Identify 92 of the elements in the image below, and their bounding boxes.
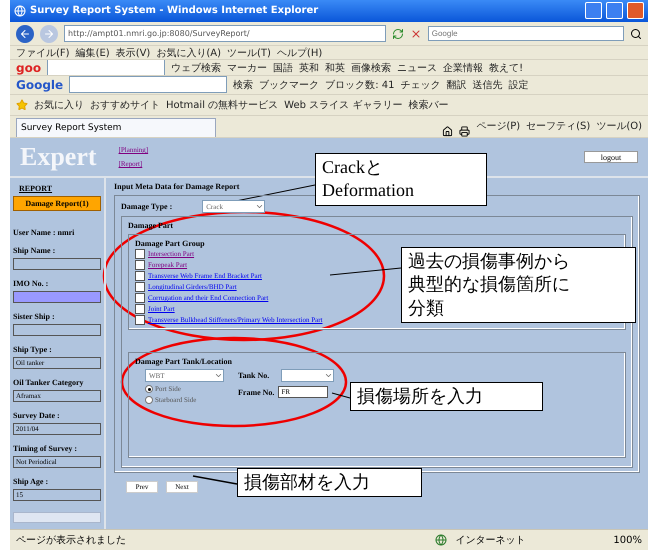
- checkbox[interactable]: [135, 271, 145, 282]
- checkbox[interactable]: [135, 315, 145, 326]
- star-icon[interactable]: [16, 98, 28, 111]
- status-message: ページが表示されました: [16, 534, 127, 548]
- toolbar-button[interactable]: ウェブ検索: [171, 60, 222, 75]
- radio-button[interactable]: [145, 396, 153, 404]
- menu-item[interactable]: 編集(E): [76, 46, 110, 60]
- favorites-item[interactable]: Hotmail の無料サービス: [166, 98, 278, 112]
- command-button[interactable]: ツール(O): [596, 119, 642, 134]
- browser-icon: [14, 4, 26, 17]
- callout-text: 損傷場所を入力: [350, 382, 543, 412]
- user-name: User Name : nmri: [13, 228, 76, 238]
- radio-button[interactable]: [145, 385, 153, 394]
- zoom-level[interactable]: 100%: [613, 534, 642, 546]
- toolbar-button[interactable]: 英和: [299, 60, 320, 75]
- leader-line: [192, 475, 238, 485]
- maximize-button[interactable]: [606, 2, 623, 20]
- callout-text: 損傷部材を入力: [237, 468, 422, 498]
- checkbox[interactable]: [135, 282, 145, 292]
- checkbox[interactable]: [135, 293, 145, 304]
- home-icon[interactable]: [442, 126, 454, 138]
- field-label: Ship Name :: [13, 246, 56, 256]
- menu-item[interactable]: 表示(V): [116, 46, 150, 60]
- toolbar-search-field[interactable]: [69, 76, 228, 94]
- field-label: Sister Ship :: [13, 312, 56, 322]
- field-label: Ship Age :: [13, 477, 50, 486]
- minimize-button[interactable]: [585, 2, 602, 20]
- field-label: Oil Tanker Category: [13, 378, 85, 388]
- site-logo: Expert: [20, 142, 97, 172]
- toolbar-logo[interactable]: goo: [16, 60, 42, 75]
- field-label: Damage Type :: [121, 202, 172, 212]
- report-button[interactable]: Damage Report(1): [13, 196, 101, 212]
- callout-text: 過去の損傷事例から 典型的な損傷箇所に 分類: [401, 247, 636, 324]
- favorites-item[interactable]: おすすめサイト: [90, 98, 160, 112]
- toolbar-button[interactable]: 画像検索: [351, 60, 392, 75]
- browser-tab[interactable]: Survey Report System: [16, 118, 216, 138]
- menu-item[interactable]: お気に入り(A): [156, 46, 221, 60]
- leader-line: [330, 268, 402, 276]
- toolbar-search-field[interactable]: [47, 60, 166, 76]
- stop-icon[interactable]: [410, 28, 422, 40]
- toolbar-button[interactable]: マーカー: [227, 60, 268, 75]
- leader-line: [332, 392, 350, 398]
- command-button[interactable]: ページ(P): [476, 119, 520, 134]
- toolbar-logo[interactable]: Google: [16, 78, 64, 92]
- toolbar-button[interactable]: ブックマーク: [259, 78, 320, 92]
- search-icon[interactable]: [630, 28, 642, 40]
- search-field[interactable]: Google: [428, 26, 624, 42]
- back-arrow-icon[interactable]: [19, 28, 31, 40]
- favorites-item[interactable]: Web スライス ギャラリー: [284, 98, 402, 112]
- menu-item[interactable]: ファイル(F): [16, 46, 70, 60]
- toolbar-button[interactable]: 教えて!: [489, 60, 524, 75]
- callout-text: Crackと Deformation: [315, 153, 487, 206]
- toolbar-button[interactable]: ニュース: [397, 60, 438, 75]
- toolbar-button[interactable]: 検索: [233, 78, 254, 92]
- favorites-item[interactable]: お気に入り: [34, 98, 84, 112]
- form-title: Input Meta Data for Damage Report: [114, 182, 240, 192]
- toolbar-button[interactable]: 送信先: [472, 78, 502, 92]
- field-label: Ship Type :: [13, 345, 53, 354]
- globe-icon: [435, 534, 448, 546]
- logout-button[interactable]: logout: [584, 151, 638, 164]
- window-title: Survey Report System - Windows Internet Explorer: [30, 5, 320, 16]
- group-label: Damage Part Group: [135, 239, 206, 248]
- group-label: Damage Part: [128, 221, 174, 230]
- security-zone: インターネット: [455, 534, 526, 548]
- field-label: IMO No. :: [13, 279, 50, 288]
- toolbar-button[interactable]: 国語: [273, 60, 294, 75]
- section-heading: REPORT: [18, 184, 54, 194]
- address-field[interactable]: http://ampt01.nmri.go.jp:8080/SurveyReport/: [64, 25, 386, 42]
- toolbar-button[interactable]: 翻訳: [446, 78, 466, 92]
- menu-item[interactable]: ヘルプ(H): [276, 46, 322, 60]
- refresh-icon[interactable]: [392, 28, 404, 40]
- toolbar-button[interactable]: 和英: [325, 60, 346, 75]
- field-label: Frame No.: [238, 388, 274, 397]
- tank-number-select[interactable]: [281, 369, 334, 382]
- close-button[interactable]: [627, 2, 644, 20]
- toolbar-button[interactable]: ブロック数: 41: [325, 78, 394, 92]
- field-label: Timing of Survey :: [13, 444, 78, 454]
- checkbox[interactable]: [135, 249, 145, 260]
- checkbox[interactable]: [135, 260, 145, 270]
- group-label: Damage Part Tank/Location: [135, 357, 233, 366]
- field-label: Tank No.: [238, 371, 270, 380]
- command-button[interactable]: セーフティ(S): [526, 119, 590, 134]
- toolbar-button[interactable]: 設定: [508, 78, 528, 92]
- back-button[interactable]: [16, 24, 34, 43]
- scrollbar[interactable]: [13, 512, 101, 524]
- printer-icon[interactable]: [459, 126, 470, 138]
- toolbar-button[interactable]: 企業情報: [443, 60, 484, 75]
- field-label: Survey Date :: [13, 411, 61, 420]
- checkbox[interactable]: [135, 304, 145, 314]
- toolbar-button[interactable]: チェック: [400, 78, 440, 92]
- favorites-item[interactable]: 検索バー: [408, 98, 448, 112]
- menu-item[interactable]: ツール(T): [227, 46, 271, 60]
